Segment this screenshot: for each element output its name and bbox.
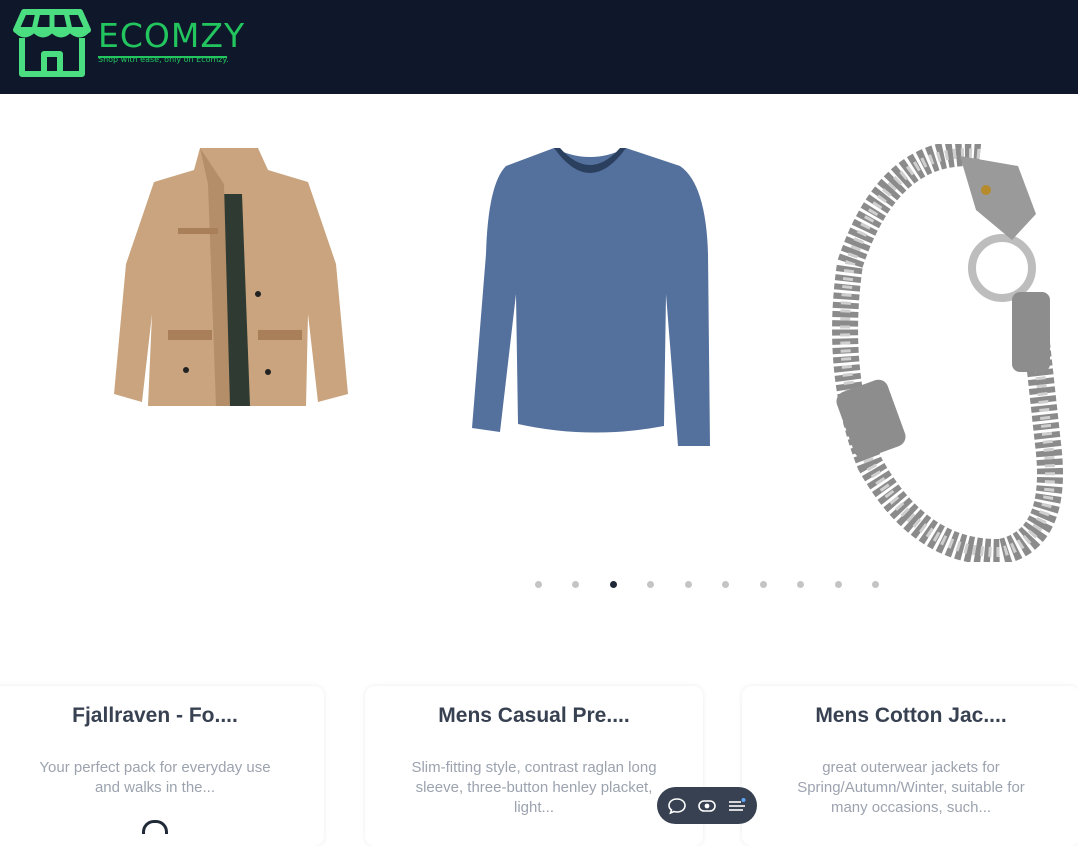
product-description: Slim-fitting style, contrast raglan long… [411, 759, 657, 816]
product-card[interactable]: Mens Casual Pre.... Slim-fitting style, … [365, 686, 703, 846]
chat-icon[interactable] [666, 795, 688, 817]
carousel-dot-6[interactable] [722, 581, 729, 588]
menu-icon[interactable] [726, 795, 748, 817]
carousel-dot-7[interactable] [760, 581, 767, 588]
product-title: Mens Cotton Jac.... [815, 704, 1007, 727]
carousel-dot-10[interactable] [872, 581, 879, 588]
product-title: Mens Casual Pre.... [438, 704, 630, 727]
carousel-dot-8[interactable] [797, 581, 804, 588]
carousel-dot-5[interactable] [685, 581, 692, 588]
product-card[interactable]: Mens Cotton Jac.... great outerwear jack… [742, 686, 1078, 846]
logo[interactable]: ECOMZY Shop with ease, only on Ecomzy. [10, 8, 250, 82]
store-icon [13, 9, 91, 77]
eye-icon[interactable] [696, 795, 718, 817]
shirt-image[interactable] [470, 144, 712, 450]
product-card[interactable]: Fjallraven - Fo.... Your perfect pack fo… [0, 686, 324, 846]
product-description: great outerwear jackets for Spring/Autum… [797, 759, 1025, 816]
brand-name: ECOMZY [98, 16, 246, 55]
carousel-dot-4[interactable] [647, 581, 654, 588]
product-title: Fjallraven - Fo.... [72, 704, 238, 727]
bracelet-image[interactable] [830, 144, 1078, 562]
jacket-image[interactable] [108, 144, 354, 410]
carousel-dot-2[interactable] [572, 581, 579, 588]
product-description: Your perfect pack for everyday use and w… [39, 759, 271, 796]
floating-toolbar [657, 787, 757, 824]
carousel-dot-1[interactable] [535, 581, 542, 588]
top-navbar: ECOMZY Shop with ease, only on Ecomzy. [0, 0, 1078, 94]
product-carousel [0, 94, 1078, 614]
carousel-dot-9[interactable] [835, 581, 842, 588]
carousel-dot-3[interactable] [610, 581, 617, 588]
brand-tagline: Shop with ease, only on Ecomzy. [98, 55, 229, 64]
product-thumbnail-icon [142, 820, 168, 834]
